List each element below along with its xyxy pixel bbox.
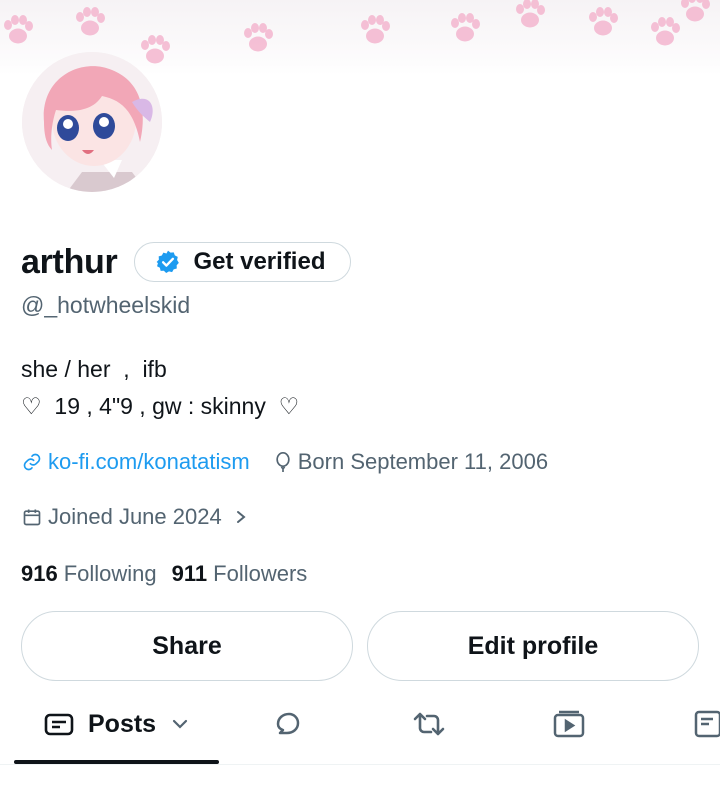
paw-icon <box>651 17 680 46</box>
website-link[interactable]: ko-fi.com/konatatism <box>48 449 250 475</box>
tab-media[interactable] <box>553 700 585 748</box>
paw-icon <box>141 35 170 64</box>
birth-balloon-icon <box>272 451 294 473</box>
edit-profile-button[interactable]: Edit profile <box>367 611 699 681</box>
get-verified-label: Get verified <box>193 248 326 275</box>
joined-row[interactable]: Joined June 2024 <box>21 504 252 530</box>
bio-line-2: ♡ 19 , 4"9 , gw : skinny ♡ <box>21 393 300 419</box>
avatar[interactable] <box>22 52 162 192</box>
tab-posts-label: Posts <box>88 709 157 738</box>
tab-reposts[interactable] <box>411 700 447 748</box>
name-row: arthur Get verified <box>21 240 352 284</box>
paw-icon <box>76 7 105 36</box>
get-verified-button[interactable]: Get verified <box>134 242 352 282</box>
following-count: 916 <box>21 561 58 586</box>
posts-icon <box>44 713 74 736</box>
followers-count: 911 <box>171 561 208 586</box>
replies-icon <box>276 712 300 735</box>
following-label: Following <box>63 561 157 586</box>
follow-stats: 916 Following 911 Followers <box>21 561 307 587</box>
share-button[interactable]: Share <box>21 611 353 681</box>
paw-icon <box>451 13 480 42</box>
link-icon <box>21 451 43 473</box>
chevron-down-icon <box>172 719 188 729</box>
followers-label: Followers <box>213 561 308 586</box>
tab-posts[interactable]: Posts <box>44 700 190 748</box>
paw-icon <box>4 15 33 44</box>
paw-icon <box>589 7 618 36</box>
tabs-divider <box>0 764 720 765</box>
verified-badge-icon <box>157 250 180 274</box>
following-link[interactable]: 916 Following <box>21 561 157 587</box>
bio-line-1: she / her , ifb <box>21 356 167 382</box>
display-name: arthur <box>21 243 118 281</box>
media-icon <box>553 710 585 738</box>
joined-date: Joined June 2024 <box>48 504 222 529</box>
tab-replies[interactable] <box>272 700 304 748</box>
reposts-icon <box>413 712 445 736</box>
paw-icon <box>244 23 273 52</box>
avatar-image <box>22 52 162 192</box>
user-handle: @_hotwheelskid <box>21 292 191 318</box>
calendar-icon <box>21 506 43 528</box>
profile-meta-row: ko-fi.com/konatatism Born September 11, … <box>21 449 548 475</box>
followers-link[interactable]: 911 Followers <box>172 561 308 587</box>
articles-icon <box>694 710 720 738</box>
paw-icon <box>361 15 390 44</box>
paw-icon <box>681 0 710 22</box>
paw-icon <box>516 0 545 28</box>
chevron-right-icon <box>230 506 252 528</box>
birth-date: Born September 11, 2006 <box>297 449 549 474</box>
tab-articles[interactable] <box>694 700 720 748</box>
